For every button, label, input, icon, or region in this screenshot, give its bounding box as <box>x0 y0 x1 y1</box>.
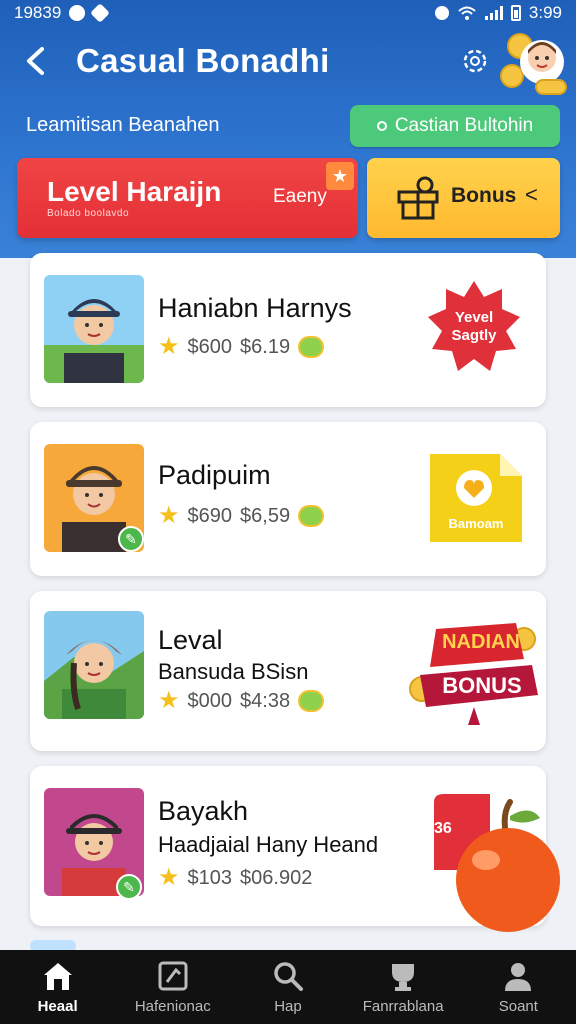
level-badge-text: Yevel Sagtly <box>451 309 497 344</box>
settings-gear-icon[interactable] <box>460 46 490 76</box>
puzzle-icon <box>158 961 188 990</box>
nav-search[interactable]: Hap <box>233 960 343 1015</box>
player-price: $600 <box>187 335 233 358</box>
player-value: $6.19 <box>240 335 291 358</box>
star-icon: ★ <box>158 687 180 714</box>
star-icon: ★ <box>158 864 180 891</box>
leaf-icon: ✎ <box>118 526 144 552</box>
player-name: Haniabn Harnys <box>158 293 352 323</box>
player-value: $06.902 <box>240 866 313 889</box>
share-icon <box>90 3 111 23</box>
back-arrow-icon <box>27 47 44 75</box>
alarm-icon <box>434 6 449 20</box>
status-time-right: 3:99 <box>528 3 562 22</box>
bonus-banner-icon <box>409 623 538 725</box>
coin-icon <box>298 336 325 358</box>
apple-icon <box>456 799 560 932</box>
tab-level-small-text: Bolado boolavdo <box>47 208 130 219</box>
nav-home-label: Heaal <box>37 997 78 1015</box>
action-button[interactable]: Castian Bultohin <box>350 105 560 147</box>
profile-icon <box>505 962 532 991</box>
app-header: 19839 3:99 Casual Bonadhi Leamitisan Bea… <box>0 0 576 258</box>
player-subtitle: Bansuda BSisn <box>158 659 309 684</box>
player-name: Leval <box>158 625 223 655</box>
tab-bonus[interactable]: Bonus < <box>367 158 560 238</box>
player-avatar <box>44 275 144 383</box>
star-icon: ★ <box>326 162 354 190</box>
tab-level-label: Level Haraijn <box>47 176 222 207</box>
player-stats: ★ $103 $06.902 <box>158 866 312 890</box>
search-icon <box>274 961 303 991</box>
player-value: $4:38 <box>240 689 291 712</box>
heart-card-text: Bamoam <box>448 516 504 531</box>
action-button-label: Castian Bultohin <box>394 115 534 136</box>
tab-bonus-label: Bonus <box>451 184 517 207</box>
player-subtitle: Haadjaial Hany Heand <box>158 832 379 857</box>
coin-icon <box>298 690 325 712</box>
bottom-nav: Heaal Hafenionac Hap Fanrrablana Soant <box>0 950 576 1024</box>
nav-home[interactable]: Heaal <box>3 960 113 1015</box>
circle-icon <box>376 121 387 131</box>
list-item[interactable]: Haniabn Harnys ★ $600 $6.19 Yevel Sagtly <box>30 253 546 407</box>
player-name: Padipuim <box>158 460 271 490</box>
status-bar: 19839 3:99 <box>0 0 576 26</box>
nav-trophy[interactable]: Fanrrablana <box>348 960 458 1015</box>
list-item[interactable]: ✎ Padipuim ★ $690 $6,59 Bamoam <box>30 422 546 576</box>
trophy-icon <box>392 963 415 991</box>
user-avatar[interactable] <box>500 28 570 98</box>
chevron-left-icon: < <box>525 182 538 207</box>
player-value: $6,59 <box>240 504 291 527</box>
player-price: $690 <box>187 504 233 527</box>
tab-level[interactable]: Level Haraijn Bolado boolavdo Eaeny ★ <box>17 158 358 238</box>
gift-icon <box>397 176 439 220</box>
signal-icon <box>484 6 503 20</box>
star-icon: ★ <box>158 333 180 360</box>
nav-puzzle-label: Hafenionac <box>134 997 211 1015</box>
heart-note-icon <box>430 454 522 542</box>
player-stats: ★ $690 $6,59 <box>158 502 325 529</box>
player-avatar <box>44 611 144 719</box>
tab-level-difficulty: Eaeny <box>273 186 327 207</box>
nav-puzzle[interactable]: Hafenionac <box>118 960 228 1015</box>
star-icon: ★ <box>158 502 180 529</box>
sub-row: Leamitisan Beanahen Castian Bultohin <box>0 104 576 148</box>
player-stats: ★ $000 $4:38 <box>158 687 325 714</box>
home-icon <box>43 962 72 990</box>
nav-profile[interactable]: Soant <box>463 960 573 1015</box>
bonus-badge-top-text: NADIAN <box>442 631 520 653</box>
heart-card-badge: Bamoam <box>426 446 526 546</box>
back-button[interactable] <box>18 44 52 78</box>
page-title: Casual Bonadhi <box>76 42 330 79</box>
notification-icon <box>69 5 86 21</box>
header-subtitle: Leamitisan Beanahen <box>26 114 220 136</box>
player-name: Bayakh <box>158 796 249 826</box>
level-badge: Yevel Sagtly <box>426 279 522 375</box>
player-price: $103 <box>187 866 233 889</box>
nav-search-label: Hap <box>274 997 302 1015</box>
player-price: $000 <box>187 689 233 712</box>
wifi-icon <box>458 6 476 20</box>
player-stats: ★ $600 $6.19 <box>158 333 325 360</box>
bonus-badge-bottom-text: BONUS <box>442 673 522 698</box>
coin-icon <box>298 505 325 527</box>
status-time-left: 19839 <box>14 3 62 22</box>
title-bar: Casual Bonadhi <box>0 33 576 95</box>
nav-trophy-label: Fanrrablana <box>362 997 444 1015</box>
leaf-icon: ✎ <box>116 874 142 900</box>
battery-icon <box>510 5 521 21</box>
bonus-badge: NADIAN BONUS <box>406 609 544 725</box>
list-item[interactable]: Leval Bansuda BSisn ★ $000 $4:38 NADIAN … <box>30 591 546 751</box>
nav-profile-label: Soant <box>498 997 538 1015</box>
